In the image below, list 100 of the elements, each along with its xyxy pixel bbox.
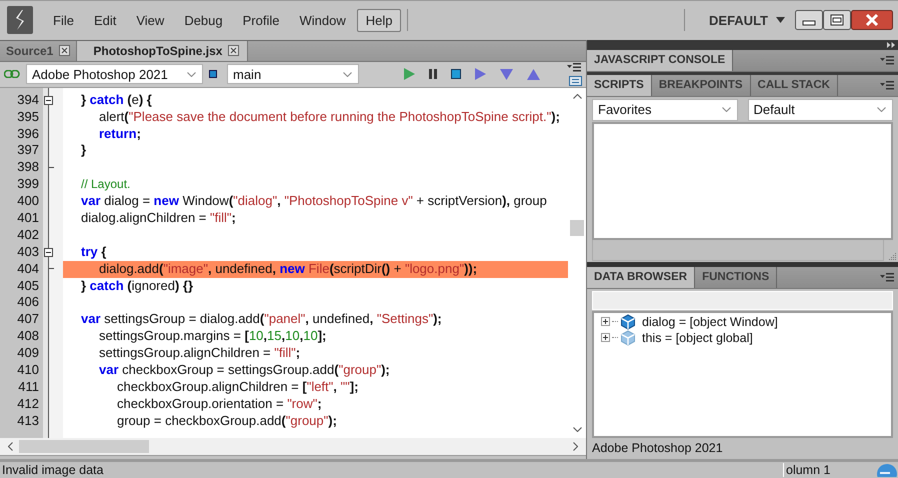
line-number: 413 bbox=[16, 412, 40, 430]
chevron-down-icon bbox=[343, 72, 352, 77]
square-icon bbox=[209, 70, 217, 78]
line-number: 402 bbox=[16, 226, 40, 244]
tree-item[interactable]: dialog = [object Window] bbox=[642, 314, 778, 329]
close-icon[interactable] bbox=[59, 45, 70, 56]
panel-tab[interactable]: JAVASCRIPT CONSOLE bbox=[587, 50, 734, 71]
menu-item[interactable]: Profile bbox=[234, 8, 288, 32]
document-tab[interactable]: PhotoshopToSpine.jsx bbox=[77, 40, 248, 61]
app-logo bbox=[7, 6, 33, 34]
code-line: return; bbox=[98, 126, 141, 141]
panel-tab[interactable]: FUNCTIONS bbox=[695, 266, 778, 288]
code-line: } catch (e) { bbox=[80, 92, 152, 107]
search-field[interactable] bbox=[592, 290, 893, 310]
code-line: } bbox=[80, 142, 86, 158]
line-number: 412 bbox=[16, 396, 40, 413]
step-over-icon[interactable] bbox=[475, 68, 486, 80]
menu-item[interactable]: Debug bbox=[175, 8, 232, 32]
code-line: settingsGroup.alignChildren = "fill"; bbox=[98, 345, 300, 360]
chevron-down-icon bbox=[877, 107, 886, 112]
link-icon[interactable] bbox=[4, 70, 20, 78]
close-icon[interactable] bbox=[228, 45, 240, 56]
panel-menu-icon[interactable] bbox=[879, 55, 895, 66]
code-line: var dialog = new Window("dialog", "PhotoshopToSpine v" + scriptVersion), group bbox=[80, 193, 547, 208]
code-line: alert("Please save the document before running the PhotoshopToSpine script."); bbox=[98, 108, 560, 124]
line-number: 408 bbox=[16, 328, 40, 346]
line-number: 400 bbox=[16, 193, 40, 210]
minimize-icon[interactable] bbox=[795, 10, 823, 30]
line-number: 406 bbox=[16, 294, 40, 312]
line-number: 411 bbox=[17, 378, 40, 396]
code-line: checkboxGroup.alignChildren = ["left", ""]; bbox=[116, 378, 358, 394]
filter-dropdown[interactable]: Default bbox=[748, 98, 893, 121]
menu-item[interactable]: Help bbox=[356, 8, 402, 32]
collapse-icon[interactable] bbox=[44, 248, 53, 257]
line-number: 410 bbox=[16, 362, 40, 379]
status-message: Invalid image data bbox=[2, 463, 104, 478]
scrollbar-thumb[interactable] bbox=[570, 220, 584, 236]
function-dropdown[interactable]: main bbox=[227, 64, 359, 84]
scroll-left-icon[interactable] bbox=[8, 442, 13, 451]
line-number: 404 bbox=[16, 260, 40, 278]
scroll-right-icon[interactable] bbox=[573, 442, 578, 451]
script-list[interactable] bbox=[592, 122, 893, 240]
collapse-icon[interactable] bbox=[44, 96, 53, 105]
panel-footer-text: Adobe Photoshop 2021 bbox=[591, 440, 724, 455]
panel-tab[interactable]: BREAKPOINTS bbox=[652, 74, 751, 96]
panel-menu-icon[interactable] bbox=[879, 272, 895, 282]
expand-icon[interactable] bbox=[601, 333, 610, 342]
scroll-down-icon[interactable] bbox=[572, 426, 582, 432]
caret-icon bbox=[776, 17, 785, 24]
line-number: 407 bbox=[16, 311, 40, 328]
line-number: 399 bbox=[16, 176, 40, 194]
line-number: 405 bbox=[16, 278, 40, 294]
code-line: checkboxGroup.orientation = "row"; bbox=[116, 396, 322, 411]
chevron-down-icon bbox=[187, 72, 196, 77]
menu-item[interactable]: View bbox=[127, 8, 174, 32]
code-line: settingsGroup.margins = [10,15,10,10]; bbox=[98, 328, 326, 344]
step-out-icon[interactable] bbox=[527, 68, 540, 80]
close-icon[interactable] bbox=[851, 10, 893, 30]
panel-tab[interactable]: CALL STACK bbox=[750, 74, 838, 96]
fold-end-mark bbox=[49, 166, 54, 169]
data-tree[interactable]: dialog = [object Window] this = [object global] bbox=[592, 310, 893, 438]
panel-tab[interactable]: DATA BROWSER bbox=[587, 266, 696, 288]
code-line: var checkboxGroup = settingsGroup.add("group"); bbox=[98, 362, 390, 377]
code-line: } catch (ignored) {} bbox=[80, 278, 194, 293]
scroll-up-icon[interactable] bbox=[572, 94, 582, 99]
panel-menu-icon[interactable] bbox=[566, 62, 582, 72]
line-number: 403 bbox=[16, 244, 40, 261]
menu-item[interactable]: Window bbox=[290, 8, 355, 32]
code-line: dialog.alignChildren = "fill"; bbox=[80, 210, 236, 225]
tree-item[interactable]: this = [object global] bbox=[642, 330, 753, 345]
line-number: 397 bbox=[16, 142, 40, 160]
horizontal-scrollbar[interactable] bbox=[0, 438, 586, 456]
code-line: // Layout. bbox=[80, 176, 130, 192]
fold-end-mark bbox=[49, 268, 54, 270]
code-line: try { bbox=[80, 244, 106, 259]
expand-icon[interactable] bbox=[601, 317, 610, 326]
code-line: var settingsGroup = dialog.add("panel", undefined, "Settings"); bbox=[80, 311, 442, 326]
code-line: group = checkboxGroup.add("group"); bbox=[116, 412, 337, 428]
menu-item[interactable]: Edit bbox=[84, 8, 126, 32]
menu-item[interactable]: File bbox=[44, 8, 83, 32]
line-number: 401 bbox=[16, 210, 40, 227]
line-number: 398 bbox=[16, 159, 40, 176]
line-number: 395 bbox=[16, 108, 40, 126]
stop-icon[interactable] bbox=[451, 69, 461, 80]
maximize-icon[interactable] bbox=[823, 10, 851, 30]
workspace-dropdown[interactable]: DEFAULT bbox=[709, 12, 785, 28]
step-into-icon[interactable] bbox=[500, 68, 513, 80]
panel-menu-icon[interactable] bbox=[879, 80, 895, 90]
code-line: dialog.add("image", undefined, new File(scriptDir() + "logo.png")); bbox=[98, 260, 478, 276]
line-number: 396 bbox=[16, 126, 40, 142]
target-dropdown[interactable]: Adobe Photoshop 2021 bbox=[26, 64, 203, 84]
list-icon[interactable] bbox=[569, 76, 582, 86]
chevron-down-icon bbox=[722, 107, 730, 112]
line-number: 409 bbox=[16, 345, 40, 362]
panel-tab[interactable]: SCRIPTS bbox=[587, 74, 652, 96]
location-dropdown[interactable]: Favorites bbox=[592, 98, 738, 121]
pause-icon[interactable] bbox=[429, 69, 437, 80]
scrollbar-thumb[interactable] bbox=[19, 440, 149, 453]
status-orb-icon bbox=[876, 463, 898, 478]
line-number: 394 bbox=[16, 92, 40, 109]
